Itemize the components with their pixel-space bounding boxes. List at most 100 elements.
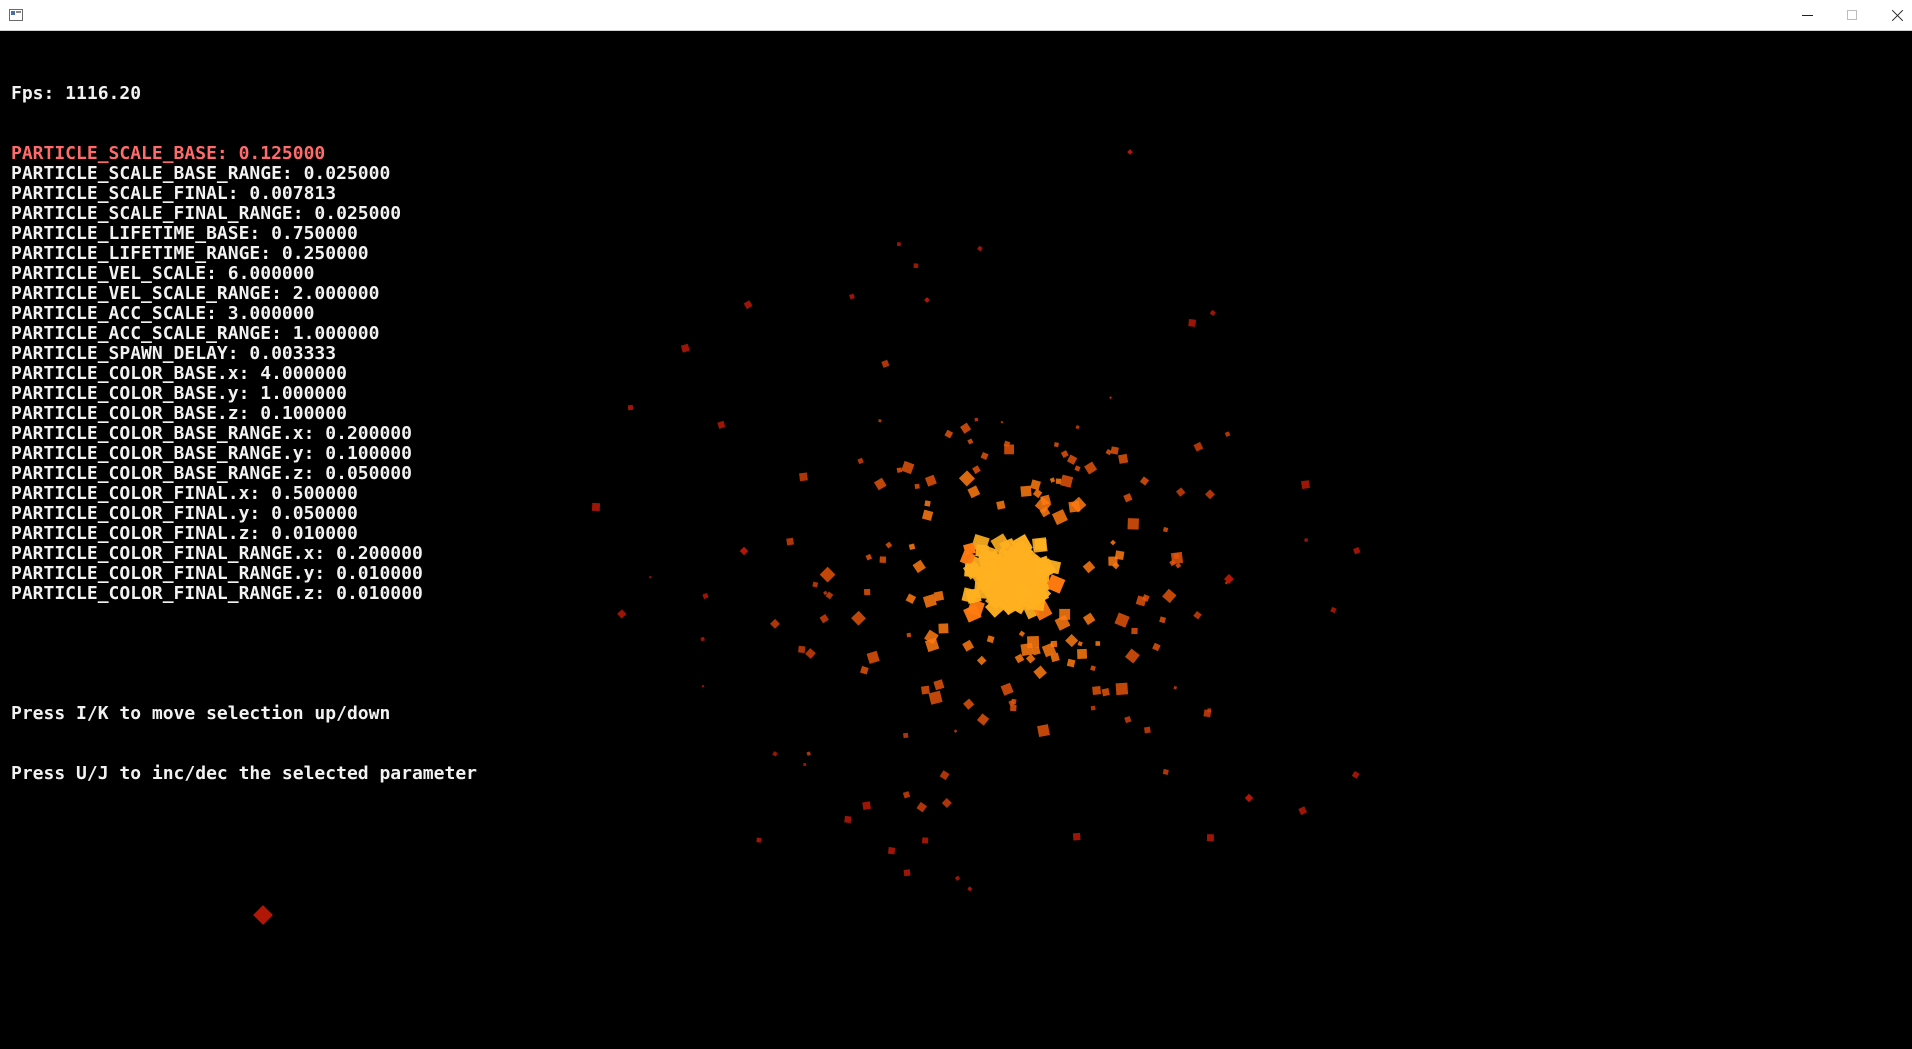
parameter-list: PARTICLE_SCALE_BASE: 0.125000 PARTICLE_SC…	[11, 144, 477, 604]
parameter-line-selected: PARTICLE_SCALE_BASE: 0.125000	[11, 143, 326, 164]
particle	[1188, 319, 1197, 327]
particle	[799, 472, 808, 482]
parameter-line: PARTICLE_LIFETIME_RANGE: 0.250000	[11, 243, 369, 264]
particle	[1224, 431, 1231, 437]
particle	[924, 297, 930, 303]
particle	[933, 679, 945, 691]
particle	[906, 632, 912, 638]
parameter-line: PARTICLE_COLOR_FINAL_RANGE.z: 0.010000	[11, 583, 423, 604]
parameter-line: PARTICLE_COLOR_BASE.y: 1.000000	[11, 383, 347, 404]
particle	[1090, 705, 1096, 711]
particle	[700, 636, 705, 642]
particle	[1018, 630, 1026, 637]
particle	[1162, 588, 1177, 604]
particle	[1206, 834, 1215, 842]
particle	[1053, 442, 1059, 448]
particle	[939, 770, 950, 781]
particle	[772, 751, 778, 757]
particle	[920, 685, 930, 695]
particle	[798, 645, 806, 654]
particle	[1162, 768, 1169, 775]
maximize-button[interactable]	[1829, 0, 1875, 30]
help-text-adjust: Press U/J to inc/dec the selected parame…	[11, 763, 477, 784]
parameter-line: PARTICLE_SCALE_FINAL: 0.007813	[11, 183, 337, 204]
particle	[1244, 793, 1254, 803]
particle	[862, 801, 871, 810]
parameter-line: PARTICLE_SPAWN_DELAY: 0.003333	[11, 343, 337, 364]
particle	[912, 559, 926, 574]
particle	[1000, 682, 1014, 696]
particle	[819, 614, 829, 624]
particle	[1077, 648, 1088, 659]
parameter-line: PARTICLE_VEL_SCALE: 6.000000	[11, 263, 315, 284]
particle	[1105, 448, 1112, 456]
particle	[974, 417, 979, 422]
parameter-line: PARTICLE_COLOR_BASE_RANGE.x: 0.200000	[11, 423, 412, 444]
particle	[1193, 441, 1204, 452]
particle	[902, 791, 911, 799]
particle	[885, 541, 893, 549]
particle	[960, 422, 972, 434]
particle	[1055, 478, 1062, 484]
particle	[967, 485, 981, 499]
particle	[1300, 480, 1311, 490]
particle	[1139, 476, 1150, 486]
particle	[958, 470, 975, 487]
particle	[1173, 553, 1180, 559]
particle	[844, 815, 852, 824]
particle	[964, 563, 979, 578]
particle	[617, 609, 627, 619]
particle	[1124, 715, 1132, 724]
particle	[896, 242, 902, 247]
particle	[1000, 420, 1004, 424]
minimize-button[interactable]	[1784, 0, 1830, 30]
particle	[866, 650, 880, 664]
parameter-line: PARTICLE_ACC_SCALE: 3.000000	[11, 303, 315, 324]
render-viewport[interactable]: Fps: 1116.20 PARTICLE_SCALE_BASE: 0.1250…	[0, 31, 1912, 1049]
particle	[1109, 396, 1112, 400]
particle	[849, 293, 855, 300]
maximize-icon	[1847, 10, 1857, 20]
particle	[1030, 479, 1041, 491]
parameter-line: PARTICLE_COLOR_BASE.z: 0.100000	[11, 403, 347, 424]
particle	[922, 837, 929, 844]
particle	[1175, 487, 1186, 497]
particle	[1118, 453, 1129, 464]
close-icon	[1891, 9, 1904, 22]
app-window: Fps: 1116.20 PARTICLE_SCALE_BASE: 0.1250…	[0, 0, 1912, 1049]
particle	[1092, 685, 1102, 696]
particle	[1060, 450, 1069, 458]
particle	[1065, 633, 1079, 648]
particle	[701, 684, 705, 688]
title-bar[interactable]	[0, 0, 1912, 31]
particle	[1095, 641, 1101, 646]
app-icon[interactable]	[9, 9, 23, 21]
particle	[963, 698, 975, 710]
particle	[591, 502, 601, 512]
particle	[627, 404, 634, 411]
particle	[1193, 610, 1202, 620]
particle	[1033, 665, 1047, 680]
close-button[interactable]	[1874, 0, 1912, 30]
particle	[1082, 612, 1096, 626]
particle	[1031, 537, 1048, 553]
particle	[649, 575, 652, 579]
particle	[1144, 726, 1151, 734]
particle	[253, 905, 273, 925]
particle	[916, 801, 928, 813]
particle	[901, 460, 915, 475]
particle	[1075, 424, 1080, 430]
particle	[954, 875, 961, 881]
particle	[986, 635, 995, 644]
particle	[896, 467, 903, 473]
particle	[770, 618, 780, 629]
particle	[881, 359, 890, 368]
particle	[933, 590, 945, 602]
particle	[976, 655, 987, 666]
particle	[938, 623, 949, 634]
particle	[913, 263, 919, 269]
particle	[902, 732, 909, 739]
particle	[1066, 454, 1078, 465]
particle	[1123, 493, 1133, 503]
particle	[924, 500, 931, 507]
